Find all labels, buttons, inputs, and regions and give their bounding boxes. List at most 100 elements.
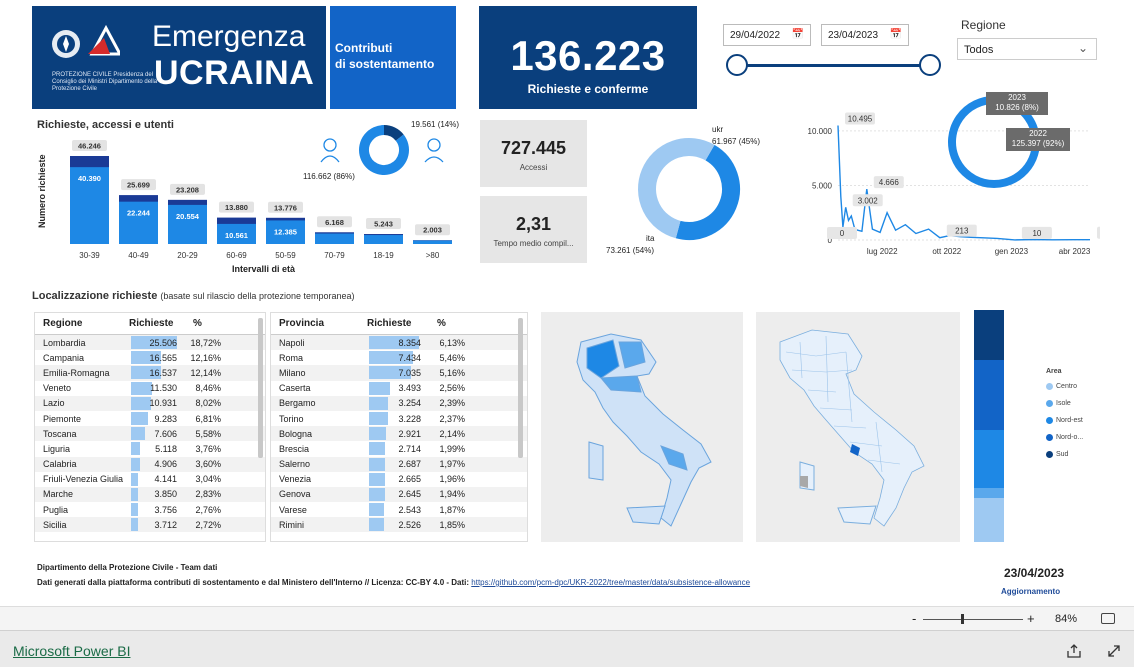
- localizzazione-subtitle: (basate sul rilascio della protezione te…: [160, 291, 355, 301]
- legend-item[interactable]: Nord-est: [1046, 417, 1083, 424]
- provincia-row[interactable]: Caserta 3.493 2,56%: [271, 381, 527, 396]
- region-dropdown[interactable]: Todos ⌄: [957, 38, 1097, 60]
- region-filter-label: Regione: [961, 18, 1006, 32]
- regioni-table-header: Regione Richieste %: [35, 313, 265, 335]
- cell-name: Salerno: [279, 459, 311, 470]
- x-tick-label: ott 2022: [932, 247, 961, 256]
- regione-row[interactable]: Veneto 11.530 8,46%: [35, 381, 265, 396]
- col-percent[interactable]: %: [437, 318, 477, 329]
- provincia-row[interactable]: Salerno 2.687 1,97%: [271, 456, 527, 472]
- col-percent[interactable]: %: [193, 318, 233, 329]
- cell-percent: 2,72%: [195, 519, 221, 530]
- provincia-row[interactable]: Roma 7.434 5,46%: [271, 350, 527, 365]
- provincia-row[interactable]: Torino 3.228 2,37%: [271, 411, 527, 426]
- legend-item[interactable]: Isole: [1046, 400, 1083, 407]
- x-tick-label: 20-29: [177, 251, 198, 260]
- province-scrollbar[interactable]: [518, 318, 523, 458]
- year-2023-tooltip: 2023 10.826 (8%): [986, 92, 1048, 115]
- zoom-slider-handle[interactable]: [961, 614, 964, 624]
- calendar-icon[interactable]: 📅: [890, 29, 902, 40]
- fit-to-page-icon[interactable]: [1101, 613, 1115, 624]
- date-slider-end-handle[interactable]: [919, 54, 941, 76]
- legend-label: Nord-o...: [1056, 434, 1084, 441]
- legend-dot: [1046, 451, 1053, 458]
- cell-count: 7.434: [398, 352, 421, 363]
- contributi-tile: Contributi di sostentamento: [330, 6, 456, 109]
- legend-title: Area: [1046, 368, 1062, 375]
- contributi-line1: Contributi: [335, 41, 393, 55]
- provincia-row[interactable]: Bergamo 3.254 2,39%: [271, 395, 527, 411]
- provincia-row[interactable]: Brescia 2.714 1,99%: [271, 441, 527, 456]
- cell-name: Varese: [279, 504, 307, 515]
- zoom-slider-track[interactable]: [923, 619, 1023, 620]
- provincia-row[interactable]: Varese 2.543 1,87%: [271, 502, 527, 517]
- italy-regions-map[interactable]: [541, 312, 743, 542]
- cell-percent: 1,85%: [439, 519, 465, 530]
- regione-row[interactable]: Lazio 10.931 8,02%: [35, 395, 265, 411]
- provincia-row[interactable]: Napoli 8.354 6,13%: [271, 335, 527, 351]
- cell-name: Piemonte: [43, 413, 82, 424]
- zoom-in-button[interactable]: +: [1027, 611, 1035, 626]
- regioni-scrollbar[interactable]: [258, 318, 263, 458]
- date-slider-start-handle[interactable]: [726, 54, 748, 76]
- cell-name: Rimini: [279, 519, 305, 530]
- cell-name: Brescia: [279, 443, 310, 454]
- regione-row[interactable]: Puglia 3.756 2,76%: [35, 502, 265, 517]
- col-richieste[interactable]: Richieste: [129, 318, 193, 329]
- x-tick-label: 60-69: [226, 251, 247, 260]
- date-to-input[interactable]: 23/04/2023 📅: [821, 24, 909, 46]
- legend-item[interactable]: Centro: [1046, 383, 1083, 390]
- regione-row[interactable]: Lombardia 25.506 18,72%: [35, 335, 265, 351]
- provinces-map[interactable]: [756, 312, 960, 542]
- localizzazione-title: Localizzazione richieste: [32, 290, 158, 302]
- country-donut-chart: [638, 138, 740, 240]
- cell-percent: 18,72%: [190, 337, 221, 348]
- provincia-row[interactable]: Venezia 2.665 1,96%: [271, 472, 527, 487]
- date-slider-track[interactable]: [737, 64, 929, 67]
- power-bi-link[interactable]: Microsoft Power BI: [13, 643, 130, 659]
- regions-map[interactable]: [541, 312, 743, 542]
- fullscreen-icon[interactable]: [1106, 643, 1122, 659]
- col-regione[interactable]: Regione: [35, 318, 129, 329]
- footer-data-link[interactable]: https://github.com/pcm-dpc/UKR-2022/tree…: [471, 578, 750, 587]
- regione-row[interactable]: Sicilia 3.712 2,72%: [35, 517, 265, 533]
- share-icon[interactable]: [1066, 643, 1082, 659]
- area-stacked-bar: [974, 310, 1004, 542]
- date-from-input[interactable]: 29/04/2022 📅: [723, 24, 811, 46]
- regione-row[interactable]: Campania 16.565 12,16%: [35, 350, 265, 365]
- italy-provinces-map[interactable]: [756, 312, 960, 542]
- regione-row[interactable]: Friuli-Venezia Giulia 4.141 3,04%: [35, 472, 265, 487]
- cell-count: 2.526: [398, 519, 421, 530]
- cell-count: 2.921: [398, 428, 421, 439]
- calendar-icon[interactable]: 📅: [792, 29, 804, 40]
- legend-item[interactable]: Sud: [1046, 451, 1083, 458]
- legend-item[interactable]: Nord-o...: [1046, 434, 1083, 441]
- regione-row[interactable]: Marche 3.850 2,83%: [35, 486, 265, 503]
- cell-name: Genova: [279, 489, 311, 500]
- gender-donut-chart: [359, 125, 409, 175]
- provincia-row[interactable]: Genova 2.645 1,94%: [271, 486, 527, 503]
- zoom-out-button[interactable]: -: [912, 611, 916, 626]
- cell-count: 2.543: [398, 504, 421, 515]
- regione-row[interactable]: Liguria 5.118 3,76%: [35, 441, 265, 456]
- x-tick-label: >80: [426, 251, 440, 260]
- col-provincia[interactable]: Provincia: [271, 318, 367, 329]
- regione-row[interactable]: Calabria 4.906 3,60%: [35, 456, 265, 472]
- regione-row[interactable]: Emilia-Romagna 16.537 12,14%: [35, 365, 265, 381]
- gender-large-label: 116.662 (86%): [303, 172, 355, 181]
- status-bar: - + 84%: [0, 606, 1134, 630]
- cell-count: 3.493: [398, 383, 421, 394]
- regione-row[interactable]: Toscana 7.606 5,58%: [35, 426, 265, 442]
- provincia-row[interactable]: Rimini 2.526 1,85%: [271, 517, 527, 533]
- province-table-header: Provincia Richieste %: [271, 313, 527, 335]
- cell-count: 3.254: [398, 398, 421, 409]
- provincia-row[interactable]: Bologna 2.921 2,14%: [271, 426, 527, 442]
- provincia-row[interactable]: Milano 7.035 5,16%: [271, 365, 527, 381]
- cell-name: Venezia: [279, 474, 312, 485]
- cell-name: Liguria: [43, 443, 71, 454]
- regioni-table[interactable]: Regione Richieste % Lombardia 25.506 18,72…: [34, 312, 266, 542]
- kpi-richieste-card: 136.223 Richieste e conferme: [479, 6, 697, 109]
- regione-row[interactable]: Piemonte 9.283 6,81%: [35, 411, 265, 426]
- col-richieste[interactable]: Richieste: [367, 318, 437, 329]
- province-table[interactable]: Provincia Richieste % Napoli 8.354 6,13% Ro…: [270, 312, 528, 542]
